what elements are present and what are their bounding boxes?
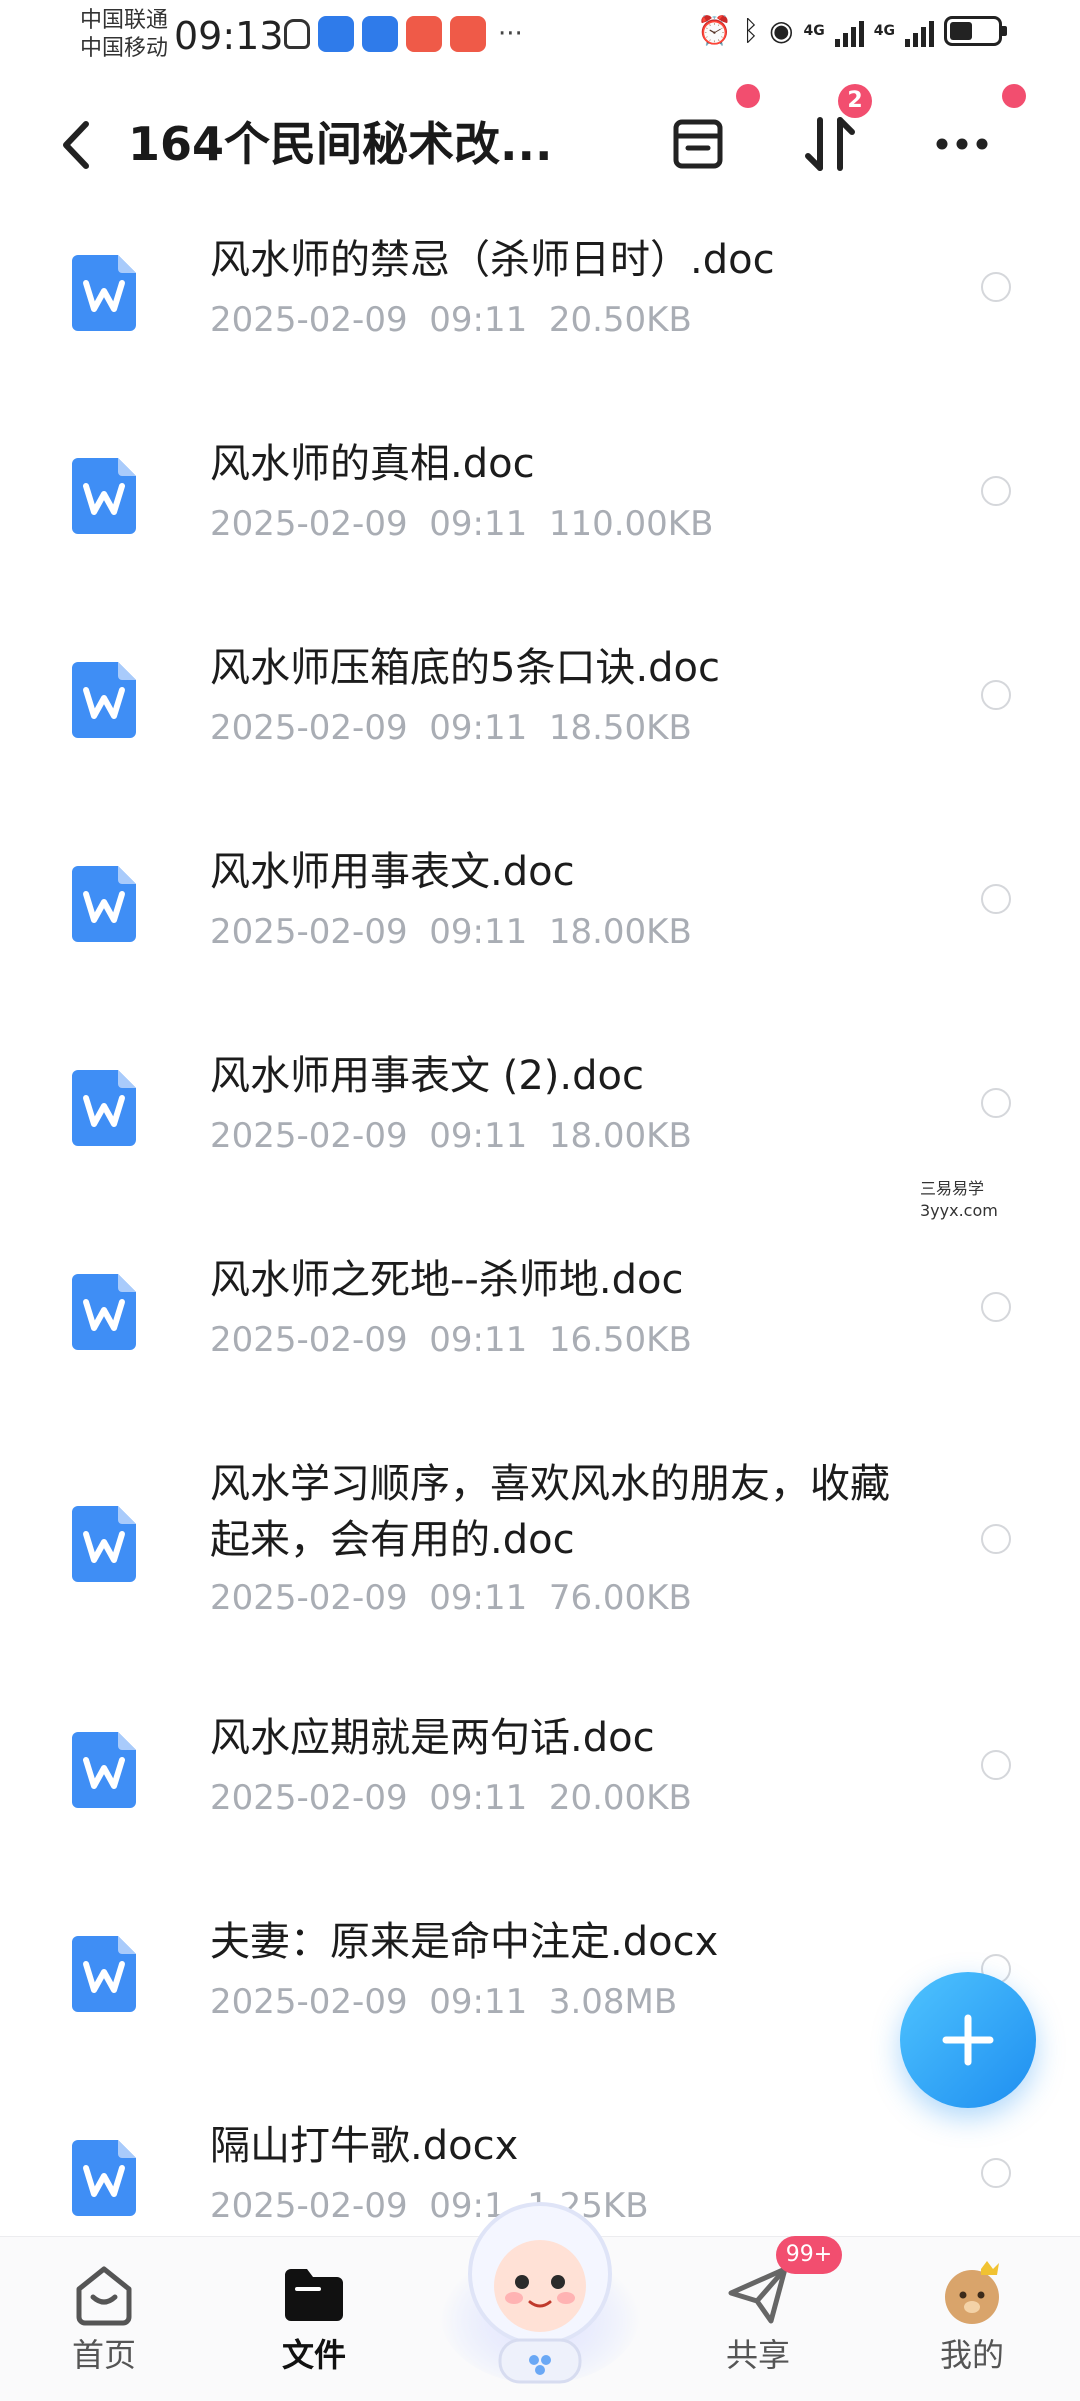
hotspot-icon: ◉ <box>769 14 794 47</box>
network-label-2: 4G <box>873 22 895 39</box>
carrier-1: 中国联通 <box>80 8 169 33</box>
file-meta: 2025-02-09 09:11 110.00KB <box>210 504 714 544</box>
select-radio[interactable] <box>981 1292 1011 1322</box>
file-name: 风水师用事表文 (2).doc <box>210 1053 644 1099</box>
nav-files-label: 文件 <box>281 2336 346 2374</box>
page-title: 164个民间秘术改... <box>128 117 553 171</box>
select-radio[interactable] <box>981 272 1011 302</box>
word-doc-icon <box>72 1936 136 2012</box>
app-blue-icon <box>362 16 398 52</box>
battery-icon <box>944 15 1007 46</box>
file-name: 风水师的真相.doc <box>210 441 535 487</box>
carrier-2: 中国移动 <box>80 36 169 61</box>
nav-mine-label: 我的 <box>939 2336 1004 2374</box>
archive-notification-dot <box>736 84 760 108</box>
avatar-icon <box>937 2259 1007 2329</box>
file-meta: 2025-02-09 09:11 3.08MB <box>210 1982 678 2022</box>
status-time: 09:13 <box>174 14 284 58</box>
file-meta: 2025-02-09 09:11 20.50KB <box>210 300 692 340</box>
notification-icons: ··· <box>284 16 523 52</box>
archive-button[interactable] <box>658 104 738 184</box>
alarm-icon: ⏰ <box>697 14 733 47</box>
select-radio[interactable] <box>981 2158 1011 2188</box>
nav-mine[interactable]: 我的 <box>892 2259 1052 2389</box>
archive-icon <box>673 119 723 169</box>
app-blue-icon <box>318 16 354 52</box>
file-name: 风水师之死地--杀师地.doc <box>210 1257 684 1303</box>
system-icons: ⏰ ᛒ ◉ 4G 4G <box>697 14 1007 47</box>
select-radio[interactable] <box>981 884 1011 914</box>
more-dots-icon: ··· <box>498 19 523 49</box>
nav-home[interactable]: 首页 <box>24 2259 184 2389</box>
file-meta: 2025-02-09 09:11 18.00KB <box>210 912 692 952</box>
nav-share[interactable]: 共享 <box>678 2259 838 2389</box>
mascot-icon <box>440 2202 640 2384</box>
share-badge: 99+ <box>776 2236 842 2274</box>
app-red-icon <box>450 16 486 52</box>
back-button[interactable] <box>48 110 108 180</box>
folder-icon <box>279 2259 349 2329</box>
more-icon <box>936 138 988 150</box>
mascot-button[interactable] <box>430 2174 650 2394</box>
status-bar: 中国联通 中国移动 09:13 ··· ⏰ ᛒ ◉ 4G 4G <box>0 0 1080 72</box>
watermark: 三易易学 3yyx.com <box>920 1179 998 1220</box>
signal-icon <box>834 15 864 47</box>
signal-icon <box>905 15 934 47</box>
file-name: 风水师的禁忌（杀师日时）.doc <box>210 237 775 283</box>
back-icon <box>63 121 89 169</box>
network-label: 4G <box>803 22 825 39</box>
word-doc-icon <box>72 1732 136 1808</box>
home-icon <box>69 2259 139 2329</box>
word-doc-icon <box>72 866 136 942</box>
word-doc-icon <box>72 458 136 534</box>
nav-files[interactable]: 文件 <box>234 2259 394 2389</box>
file-meta: 2025-02-09 09:11 18.50KB <box>210 708 692 748</box>
word-doc-icon <box>72 662 136 738</box>
sort-icon <box>805 117 855 171</box>
file-meta: 2025-02-09 09:11 76.00KB <box>210 1578 692 1618</box>
more-notification-dot <box>1002 84 1026 108</box>
more-button[interactable] <box>922 104 1002 184</box>
select-radio[interactable] <box>981 1524 1011 1554</box>
app-red-icon <box>406 16 442 52</box>
select-radio[interactable] <box>981 1750 1011 1780</box>
guard-icon <box>284 19 310 49</box>
file-name: 风水师用事表文.doc <box>210 849 575 895</box>
app-header: 164个民间秘术改... 2 <box>0 84 1080 200</box>
select-radio[interactable] <box>981 1088 1011 1118</box>
nav-home-label: 首页 <box>71 2336 136 2374</box>
file-name: 风水应期就是两句话.doc <box>210 1715 655 1761</box>
file-meta: 2025-02-09 09:11 20.00KB <box>210 1778 692 1818</box>
file-name: 隔山打牛歌.docx <box>210 2123 519 2169</box>
word-doc-icon <box>72 1070 136 1146</box>
add-button[interactable] <box>900 1972 1036 2108</box>
file-name: 风水师压箱底的5条口诀.doc <box>210 645 721 691</box>
file-meta: 2025-02-09 09:11 16.50KB <box>210 1320 692 1360</box>
word-doc-icon <box>72 255 136 331</box>
file-name: 风水学习顺序，喜欢风水的朋友，收藏起来，会有用的.doc <box>210 1461 890 1563</box>
file-meta: 2025-02-09 09:11 18.00KB <box>210 1116 692 1156</box>
nav-share-label: 共享 <box>725 2336 790 2374</box>
file-name: 夫妻：原来是命中注定.docx <box>210 1919 719 1965</box>
bluetooth-icon: ᛒ <box>742 14 760 47</box>
word-doc-icon <box>72 2140 136 2216</box>
plus-icon <box>942 2014 994 2066</box>
select-radio[interactable] <box>981 476 1011 506</box>
word-doc-icon <box>72 1506 136 1582</box>
select-radio[interactable] <box>981 680 1011 710</box>
word-doc-icon <box>72 1274 136 1350</box>
sort-badge: 2 <box>838 84 872 118</box>
